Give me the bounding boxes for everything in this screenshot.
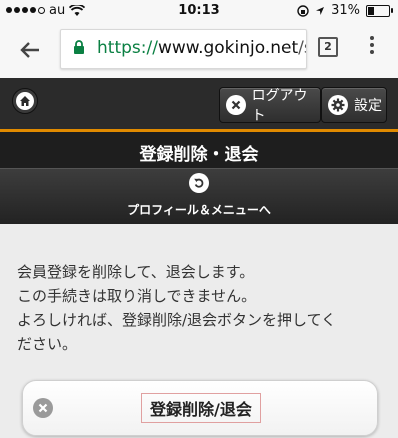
- settings-label: 設定: [354, 98, 382, 114]
- app-header: ログアウト 設定: [0, 78, 398, 132]
- home-icon: [16, 92, 34, 110]
- url-text: https://www.gokinjo.net/s: [97, 38, 306, 58]
- battery-percent: 31%: [331, 3, 360, 18]
- lock-icon: [74, 40, 84, 54]
- status-bar: au 10:13 31%: [0, 0, 398, 22]
- message-line: この手続きは取り消しできません。: [17, 287, 257, 305]
- home-button[interactable]: [12, 88, 38, 114]
- message-line: よろしければ、登録削除/退会ボタンを押してく: [17, 311, 337, 329]
- address-bar[interactable]: https://www.gokinjo.net/s: [60, 29, 307, 69]
- location-icon: [316, 6, 325, 15]
- delete-account-label: 登録削除/退会: [141, 393, 261, 423]
- status-right: 31%: [297, 3, 393, 18]
- delete-account-button[interactable]: 登録削除/退会: [22, 380, 378, 436]
- gear-icon: [328, 95, 348, 115]
- kebab-menu-icon[interactable]: [370, 36, 374, 54]
- withdrawal-message: 会員登録を削除して、退会します。 この手続きは取り消しできません。 よろしければ…: [17, 260, 387, 356]
- settings-button[interactable]: 設定: [321, 87, 387, 123]
- close-icon: [226, 95, 246, 115]
- main-content: 会員登録を削除して、退会します。 この手続きは取り消しできません。 よろしければ…: [0, 224, 398, 438]
- page-title: 登録削除・退会: [0, 132, 398, 168]
- close-icon: [33, 398, 53, 418]
- url-path: /s: [298, 38, 306, 58]
- message-line: ださい。: [17, 335, 78, 353]
- profile-menu-label: プロフィール＆メニューへ: [127, 203, 271, 217]
- back-arrow-icon[interactable]: [14, 34, 46, 66]
- message-line: 会員登録を削除して、退会します。: [17, 263, 255, 281]
- url-scheme: https://: [97, 38, 158, 58]
- url-host: www.gokinjo.net: [157, 38, 299, 58]
- browser-toolbar: https://www.gokinjo.net/s 2: [0, 22, 398, 79]
- tab-switcher-button[interactable]: 2: [318, 37, 338, 57]
- logout-label: ログアウト: [251, 88, 308, 124]
- logout-button[interactable]: ログアウト: [219, 87, 321, 124]
- orientation-lock-icon: [297, 4, 309, 17]
- profile-menu-link[interactable]: プロフィール＆メニューへ: [0, 168, 398, 226]
- battery-icon: [366, 4, 393, 17]
- return-icon: [189, 173, 209, 193]
